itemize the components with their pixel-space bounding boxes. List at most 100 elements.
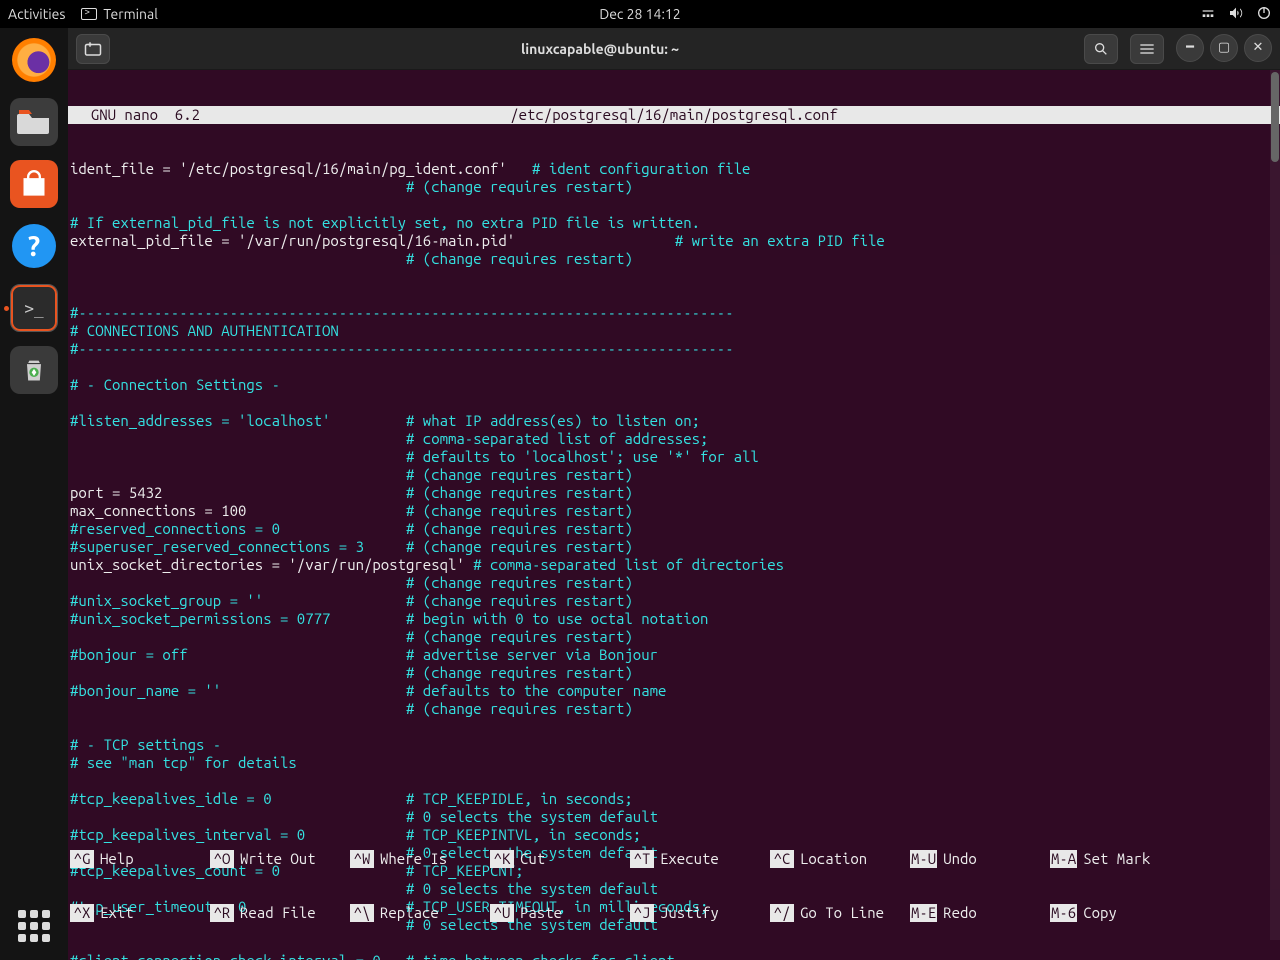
shortcut-label: Undo [943,850,977,868]
nano-version: GNU nano 6.2 [74,106,200,124]
shortcut-key: ^\ [350,904,374,922]
editor-line [70,286,1280,304]
editor-line: # (change requires restart) [70,628,1280,646]
editor-line: # (change requires restart) [70,466,1280,484]
active-app-label: Terminal [103,6,158,22]
shortcut: ^\Replace [350,904,490,922]
editor-line: max_connections = 100 # (change requires… [70,502,1280,520]
show-apps-button[interactable] [14,906,54,946]
shortcut: ^T Execute [630,850,770,868]
scrollbar[interactable] [1270,70,1280,940]
network-icon[interactable] [1200,5,1216,24]
shortcut: ^U Paste [490,904,630,922]
editor-line: # (change requires restart) [70,574,1280,592]
new-tab-icon [84,41,102,57]
shortcut-label: Location [800,850,867,868]
activities-button[interactable]: Activities [8,6,65,22]
editor-line [70,268,1280,286]
editor-line [70,718,1280,736]
shortcut: M-6 Copy [1050,904,1190,922]
shortcut: M-ERedo [910,904,1050,922]
editor-line: # CONNECTIONS AND AUTHENTICATION [70,322,1280,340]
shortcut-label: Copy [1083,904,1117,922]
shortcut-key: ^K [490,850,514,868]
hamburger-icon [1139,42,1155,56]
new-tab-button[interactable] [76,34,110,64]
close-icon: ✕ [1253,40,1264,55]
shortcut-label: Write Out [240,850,316,868]
editor-line: #listen_addresses = 'localhost' # what I… [70,412,1280,430]
volume-icon[interactable] [1228,5,1244,24]
shortcut-label: Execute [660,850,719,868]
shortcut-label: Help [100,850,134,868]
editor-line: #bonjour_name = '' # defaults to the com… [70,682,1280,700]
dock-help[interactable]: ? [10,222,58,270]
shortcut-label: Set Mark [1083,850,1150,868]
terminal-icon [81,8,97,20]
help-icon: ? [12,224,56,268]
shortcut: ^JJustify [630,904,770,922]
shortcut: ^O Write Out [210,850,350,868]
shortcut: ^GHelp [70,850,210,868]
close-button[interactable]: ✕ [1244,34,1272,62]
editor-line: #bonjour = off # advertise server via Bo… [70,646,1280,664]
shortcut-label: Where Is [380,850,447,868]
editor-line: external_pid_file = '/var/run/postgresql… [70,232,1280,250]
shortcut-key: ^/ [770,904,794,922]
shortcut-key: ^U [490,904,514,922]
nano-editor[interactable]: GNU nano 6.2 /etc/postgresql/16/main/pos… [68,70,1280,960]
terminal-prompt-icon: >_ [24,299,43,318]
shortcut-key: M-6 [1050,904,1077,922]
files-icon [17,108,51,136]
editor-line: # (change requires restart) [70,250,1280,268]
shortcut-key: M-E [910,904,937,922]
editor-line: # - TCP settings - [70,736,1280,754]
shortcut-key: ^T [630,850,654,868]
shortcut-key: M-U [910,850,937,868]
editor-line: unix_socket_directories = '/var/run/post… [70,556,1280,574]
editor-line: # If external_pid_file is not explicitly… [70,214,1280,232]
editor-line: # (change requires restart) [70,178,1280,196]
dock-terminal[interactable]: >_ [10,284,58,332]
search-icon [1093,41,1109,57]
shortcut-label: Paste [520,904,562,922]
shortcut: ^CLocation [770,850,910,868]
shortcut: ^R Read File [210,904,350,922]
dock-files[interactable] [10,98,58,146]
editor-line: ident_file = '/etc/postgresql/16/main/pg… [70,160,1280,178]
search-button[interactable] [1084,34,1118,64]
editor-line: # see "man tcp" for details [70,754,1280,772]
shortcut-key: ^O [210,850,234,868]
shortcut: M-U Undo [910,850,1050,868]
editor-line: # comma-separated list of addresses; [70,430,1280,448]
editor-line [70,196,1280,214]
editor-line: #unix_socket_permissions = 0777 # begin … [70,610,1280,628]
shortcut-label: Go To Line [800,904,884,922]
shortcut-key: ^W [350,850,374,868]
editor-line [70,394,1280,412]
window-title: linuxcapable@ubuntu: ~ [116,41,1084,57]
scrollbar-thumb[interactable] [1271,72,1279,162]
maximize-button[interactable]: ▢ [1210,34,1238,62]
clock[interactable]: Dec 28 14:12 [599,6,680,22]
shortcut-label: Read File [240,904,316,922]
shortcut-label: Exit [100,904,134,922]
dock: ? >_ [0,28,68,960]
editor-line: #unix_socket_group = '' # (change requir… [70,592,1280,610]
shortcut: ^W Where Is [350,850,490,868]
power-icon[interactable] [1256,5,1272,24]
running-indicator [4,306,9,311]
gnome-topbar: Activities Terminal Dec 28 14:12 [0,0,1280,28]
dock-software[interactable] [10,160,58,208]
dock-trash[interactable] [10,346,58,394]
nano-filename: /etc/postgresql/16/main/postgresql.conf [510,106,838,124]
minimize-button[interactable]: ━ [1176,34,1204,62]
dock-firefox[interactable] [10,36,58,84]
editor-line: # (change requires restart) [70,700,1280,718]
minimize-icon: ━ [1186,40,1194,55]
shortcut-label: Cut [520,850,545,868]
menu-button[interactable] [1130,34,1164,64]
shortcut-key: ^R [210,904,234,922]
active-app-indicator[interactable]: Terminal [81,6,158,22]
maximize-icon: ▢ [1218,40,1230,55]
